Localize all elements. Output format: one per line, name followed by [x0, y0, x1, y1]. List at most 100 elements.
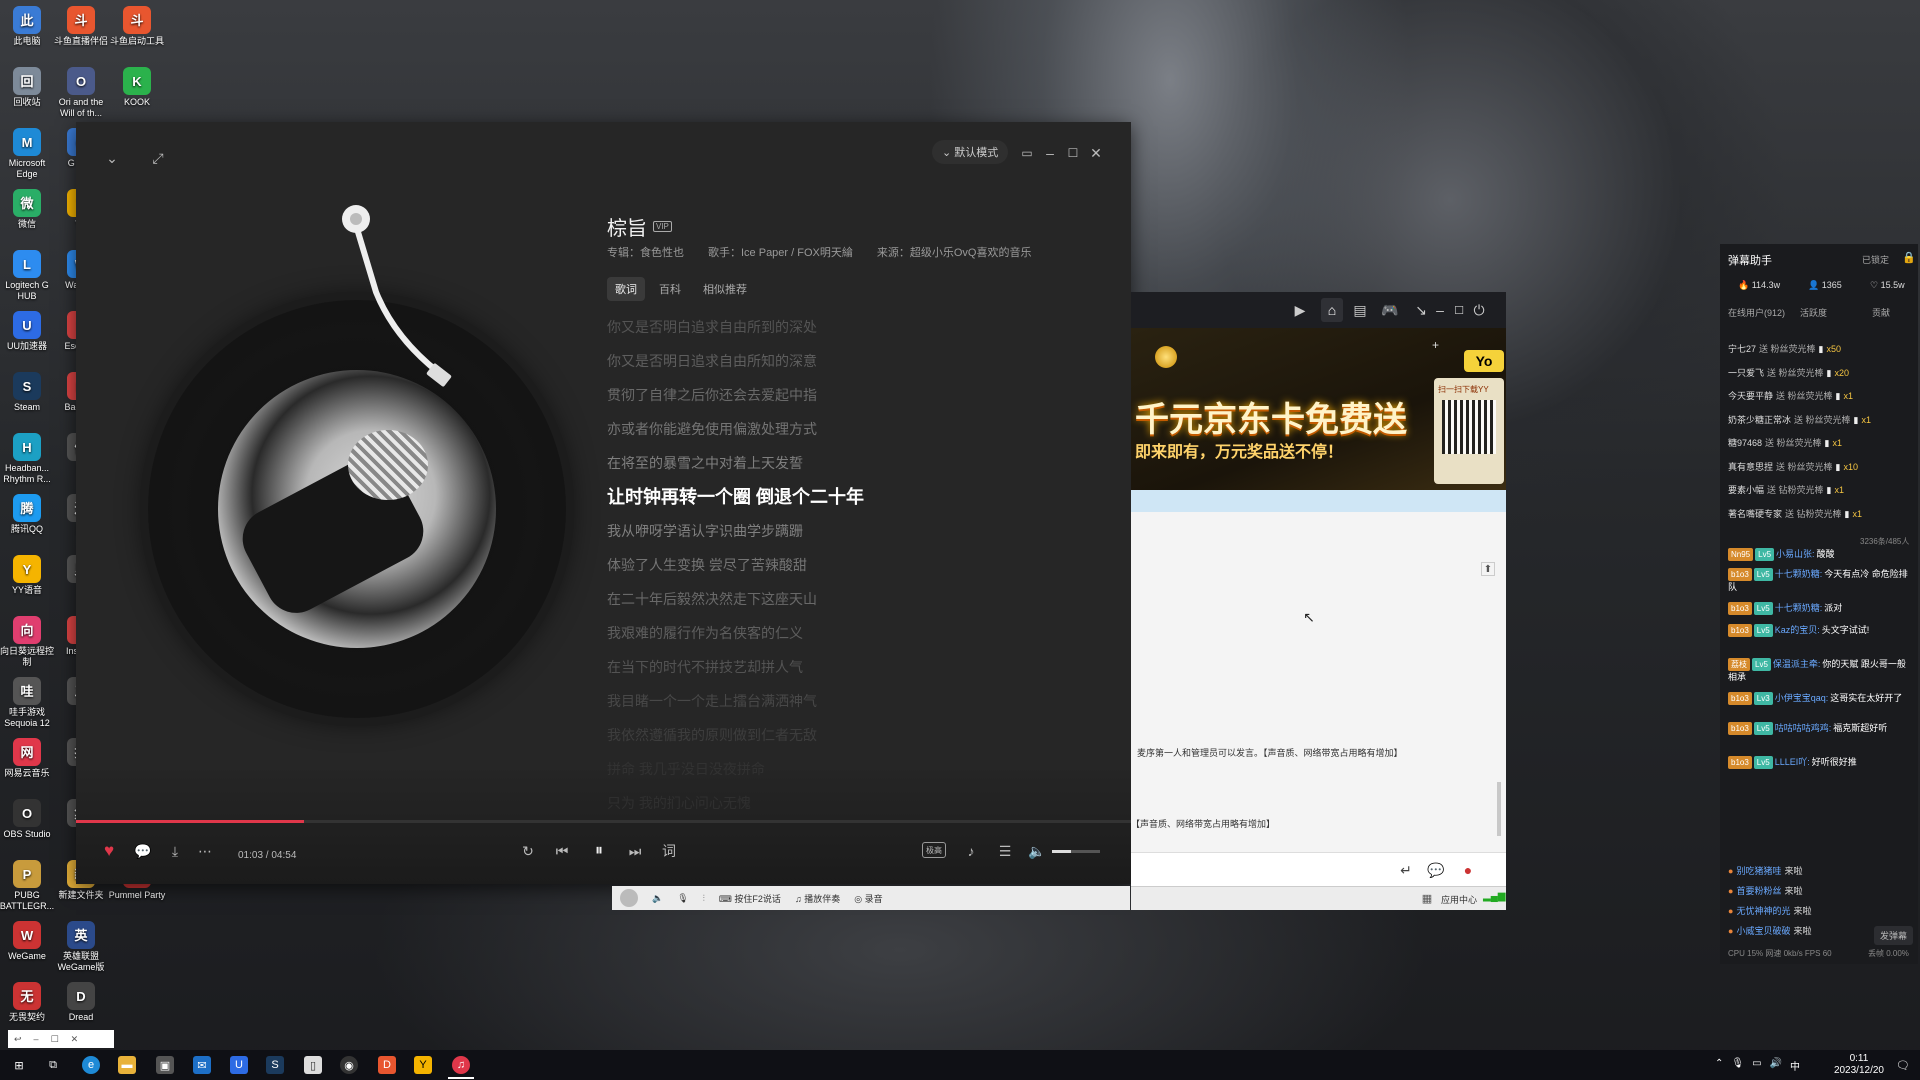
desktop-icon[interactable]: P PUBG BATTLEGR...	[0, 860, 56, 912]
windows-start-icon[interactable]: ⊞	[10, 1056, 28, 1074]
next-icon[interactable]: ⏭	[624, 840, 646, 862]
chat-input-bar[interactable]: ↵ 💬 ●	[1131, 852, 1506, 886]
more-icon[interactable]: ⋯	[194, 840, 216, 862]
chat-nick[interactable]: 十七颗奶糖:	[1775, 603, 1823, 613]
panel-subtab[interactable]: 活跃度	[1800, 306, 1827, 319]
player-tab[interactable]: 相似推荐	[695, 277, 755, 301]
lyric-line[interactable]: 我艰难的履行作为名侠客的仁义	[607, 616, 1107, 650]
avatar[interactable]	[620, 889, 638, 907]
artist-link[interactable]: 歌手：Ice Paper / FOX明天綸	[708, 244, 853, 260]
source-link[interactable]: 来源：超级小乐OvQ喜欢的音乐	[877, 244, 1032, 260]
lyric-line[interactable]: 只为 我的扪心问心无愧	[607, 786, 1107, 820]
speaker-icon[interactable]: 🔈	[652, 893, 663, 904]
pause-icon[interactable]: ⏸	[586, 838, 612, 864]
download-icon[interactable]: ⤓	[164, 840, 186, 862]
mic-icon[interactable]: 🎙	[1731, 1058, 1744, 1073]
back-icon[interactable]: ↩	[14, 1034, 22, 1045]
chat-nick[interactable]: 小易山张:	[1776, 549, 1815, 559]
desktop-icon[interactable]: M Microsoft Edge	[0, 128, 56, 180]
desktop-icon[interactable]: O OBS Studio	[0, 799, 56, 840]
desktop-icon[interactable]: 无无畏契约	[0, 982, 56, 1023]
ime-indicator[interactable]: 中	[1790, 1058, 1800, 1073]
lyric-line[interactable]: 我依然遵循我的原则做到仁者无敌	[607, 718, 1107, 752]
desktop-icon[interactable]: 哇哇手游戏 Sequoia 12	[0, 677, 56, 729]
desktop-icon[interactable]: 腾腾讯QQ	[0, 494, 56, 535]
volume-icon[interactable]: 🔊	[1770, 1058, 1782, 1073]
album-link[interactable]: 专辑：食色性也	[607, 244, 684, 260]
enter-icon[interactable]: ↵	[1397, 861, 1415, 879]
netease-music-icon[interactable]: ♫	[452, 1056, 470, 1074]
chat-nick[interactable]: 保温派主牵:	[1773, 659, 1821, 669]
lyric-line[interactable]: 亦或者你能避免使用偏激处理方式	[607, 412, 1107, 446]
progress-bar[interactable]	[76, 820, 1131, 823]
desktop-icon[interactable]: 微微信	[0, 189, 56, 230]
quality-badge[interactable]: 极高	[922, 842, 946, 858]
lyric-line[interactable]: 在二十年后毅然决然走下这座天山	[607, 582, 1107, 616]
mail-icon[interactable]: ✉	[193, 1056, 211, 1074]
desktop-icon[interactable]: U UU加速器	[0, 311, 56, 352]
enter-nick[interactable]: 别吃猪猪哇	[1736, 866, 1781, 876]
player-tab[interactable]: 百科	[651, 277, 689, 301]
desktop-icon[interactable]: 英英雄联盟WeGame版	[52, 921, 110, 973]
plus-icon[interactable]: +	[1432, 338, 1446, 352]
mode-dropdown[interactable]: ⌄ 默认模式	[932, 140, 1009, 164]
f2-talk-button[interactable]: ⌨ 按住F2说话	[719, 892, 781, 905]
clock[interactable]: 0:11 2023/12/20	[1834, 1053, 1884, 1077]
lyric-line[interactable]: 贯彻了自律之后你还会去爱起中指	[607, 378, 1107, 412]
lock-icon[interactable]: 🔒	[1902, 251, 1916, 264]
yy-icon[interactable]: Y	[414, 1056, 432, 1074]
lyric-line[interactable]: 你又是否明白追求自由所到的深处	[607, 310, 1107, 344]
lyric-line[interactable]: 你又是否明日追求自由所知的深意	[607, 344, 1107, 378]
arrow-icon[interactable]: ↘	[1414, 301, 1428, 319]
gift-icon[interactable]: ●	[1459, 861, 1477, 879]
equalizer-icon[interactable]: ⫶	[703, 893, 705, 904]
chat-nick[interactable]: 咕咕咕咕鸡鸡:	[1775, 723, 1832, 733]
minimize-icon[interactable]: –	[1433, 301, 1447, 319]
lyric-line[interactable]: 我从咿呀学语认字识曲学步蹒跚	[607, 514, 1107, 548]
desktop-icon[interactable]: Y YY语音	[0, 555, 56, 596]
maximize-icon[interactable]: ☐	[1452, 301, 1466, 319]
store-icon[interactable]: ▣	[156, 1056, 174, 1074]
loop-mode-icon[interactable]: ↻	[517, 840, 539, 862]
power-icon[interactable]: ⏻	[1471, 301, 1487, 319]
mini-mode-icon[interactable]: ▭	[1018, 144, 1036, 162]
list-icon[interactable]: ▤	[1351, 301, 1369, 319]
enter-nick[interactable]: 无忧神神的光	[1736, 906, 1790, 916]
lyric-line[interactable]: 拼命 我几乎没日没夜拼命	[607, 752, 1107, 786]
task-view-icon[interactable]: ⧉	[44, 1056, 62, 1074]
tray-chevron-icon[interactable]: ⌃	[1715, 1058, 1723, 1073]
desktop-icon[interactable]: 斗斗鱼启动工具	[108, 6, 166, 47]
sound-effect-icon[interactable]: ♪	[960, 840, 982, 862]
lyric-line[interactable]: 在当下的时代不拼技艺却拼人气	[607, 650, 1107, 684]
comment-icon[interactable]: 💬	[132, 840, 154, 862]
maximize-icon[interactable]: ☐	[1064, 144, 1082, 162]
desktop-icon[interactable]: 向向日葵远程控制	[0, 616, 56, 668]
mic-icon[interactable]: 🎙	[677, 893, 688, 904]
edge-icon[interactable]: e	[82, 1056, 100, 1074]
desktop-icon[interactable]: W WeGame	[0, 921, 56, 962]
ad-banner[interactable]: + 千元京东卡免费送 即来即有，万元奖品送不停！ Yo 扫一扫下载YY	[1131, 328, 1506, 490]
desktop-icon[interactable]: 网网易云音乐	[0, 738, 56, 779]
chat-nick[interactable]: 十七颗奶糖:	[1775, 569, 1823, 579]
chat-bubble-icon[interactable]: 💬	[1425, 861, 1447, 879]
minimize-icon[interactable]: –	[34, 1034, 39, 1044]
notification-icon[interactable]: 🗨	[1894, 1056, 1912, 1074]
chat-nick[interactable]: Kaz的宝贝:	[1775, 625, 1820, 635]
douyu-icon[interactable]: D	[378, 1056, 396, 1074]
desktop-icon[interactable]: 回回收站	[0, 67, 56, 108]
desktop-icon[interactable]: D Dread	[52, 982, 110, 1023]
obs-icon[interactable]: ◉	[340, 1056, 358, 1074]
record-button[interactable]: ◎ 录音	[854, 892, 882, 905]
restore-icon[interactable]: ☐	[51, 1034, 59, 1045]
grid-icon[interactable]: ▦	[1419, 890, 1435, 906]
enter-nick[interactable]: 首要粉粉丝	[1736, 886, 1781, 896]
minimize-icon[interactable]: –	[1041, 144, 1059, 162]
video-icon[interactable]: ▶	[1291, 301, 1309, 319]
uu-icon[interactable]: U	[230, 1056, 248, 1074]
chat-nick[interactable]: LLLEI吖:	[1775, 757, 1810, 767]
enter-nick[interactable]: 小威宝贝破破	[1736, 926, 1790, 936]
close-icon[interactable]: ✕	[71, 1034, 79, 1045]
playlist-icon[interactable]: ☰	[994, 840, 1016, 862]
chat-scrollbar[interactable]	[1497, 782, 1501, 836]
panel-subtab[interactable]: 在线用户(912)	[1728, 306, 1785, 319]
